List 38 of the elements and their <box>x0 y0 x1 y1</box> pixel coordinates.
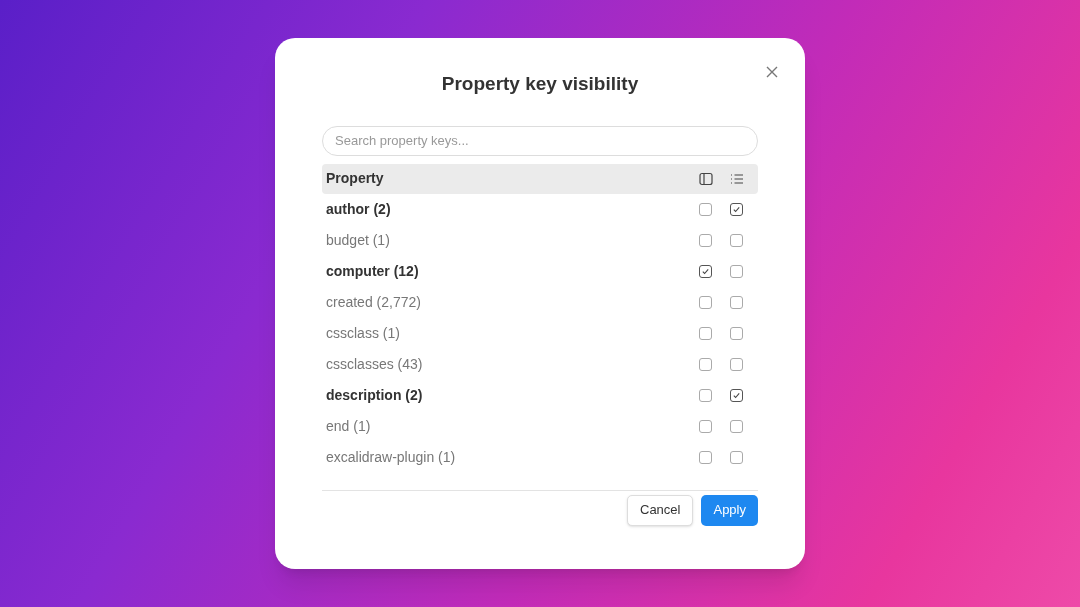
apply-button[interactable]: Apply <box>701 494 758 526</box>
checkbox[interactable] <box>730 388 743 402</box>
property-label: cssclasses (43) <box>326 354 424 374</box>
checkbox[interactable] <box>730 419 743 433</box>
checkbox[interactable] <box>730 357 743 371</box>
property-label: computer (12) <box>326 261 420 281</box>
sidebar-icon <box>699 171 713 186</box>
property-label: author (2) <box>326 199 392 219</box>
property-label: budget (1) <box>326 230 391 250</box>
dialog-title: Property key visibility <box>440 72 640 96</box>
cancel-button[interactable]: Cancel <box>627 494 694 526</box>
checkbox[interactable] <box>699 388 712 402</box>
checkbox[interactable] <box>699 357 712 371</box>
property-label: excalidraw-plugin (1) <box>326 447 457 467</box>
checkbox[interactable] <box>730 326 743 340</box>
checkbox[interactable] <box>699 419 712 433</box>
checkbox[interactable] <box>699 233 712 247</box>
check-icon <box>701 266 710 276</box>
check-icon <box>732 390 741 400</box>
property-label: description (2) <box>326 385 424 405</box>
checkbox[interactable] <box>699 326 712 340</box>
property-label: created (2,772) <box>326 292 422 312</box>
check-icon <box>732 204 741 214</box>
checkbox[interactable] <box>699 450 712 464</box>
checkbox[interactable] <box>699 202 712 216</box>
checkbox[interactable] <box>730 450 743 464</box>
checkbox[interactable] <box>699 264 712 278</box>
checkbox[interactable] <box>730 202 743 216</box>
checkbox[interactable] <box>730 295 743 309</box>
checkbox[interactable] <box>730 264 743 278</box>
column-header: Property <box>326 169 385 188</box>
property-label: cssclass (1) <box>326 323 401 343</box>
property-label: end (1) <box>326 416 372 436</box>
search-field[interactable]: Search property keys... <box>322 125 758 156</box>
checkbox[interactable] <box>730 233 743 247</box>
close-icon[interactable] <box>765 65 779 79</box>
checkbox[interactable] <box>699 295 712 309</box>
list-icon <box>730 171 744 186</box>
